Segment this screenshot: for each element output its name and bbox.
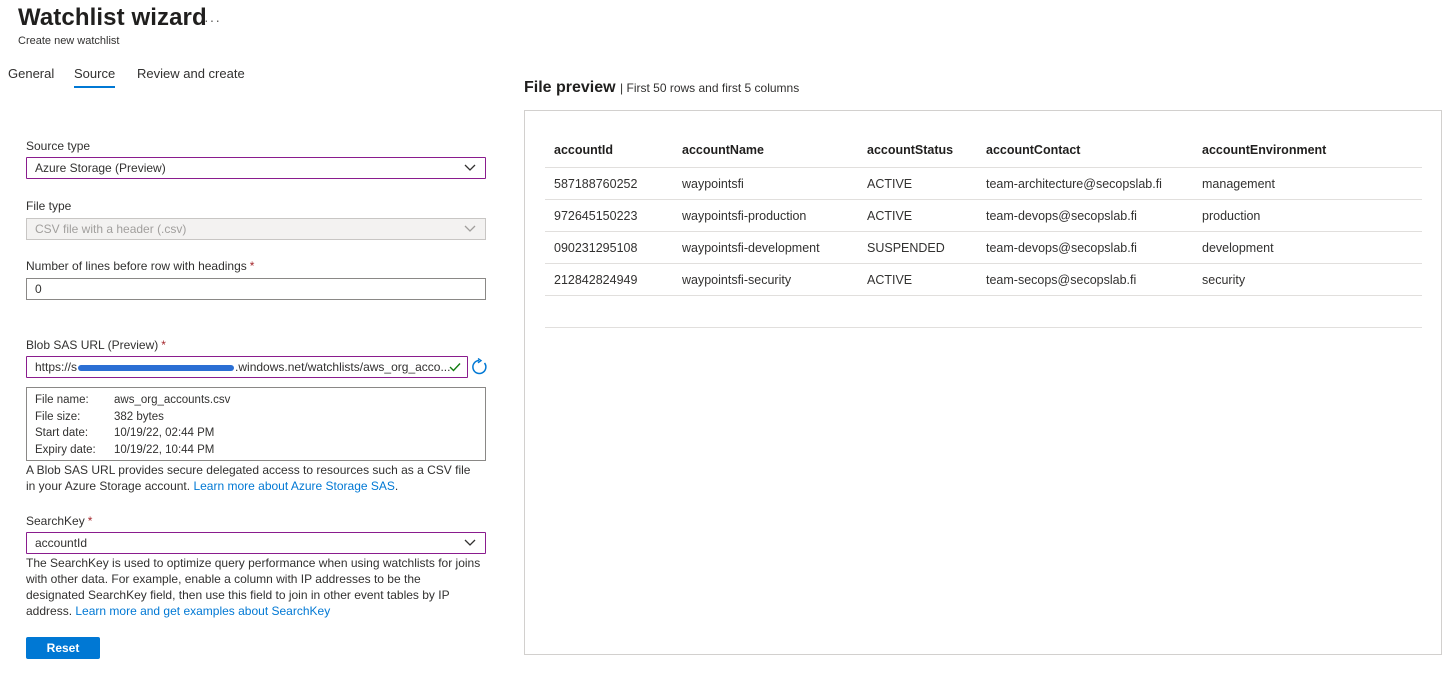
source-type-value: Azure Storage (Preview) (35, 161, 166, 175)
table-cell: team-devops@secopslab.fi (977, 199, 1193, 232)
table-cell: security (1193, 263, 1422, 296)
column-header: accountEnvironment (1193, 133, 1422, 168)
lines-before-headings-text: Number of lines before row with headings (26, 259, 247, 273)
file-info-row: File size: 382 bytes (35, 409, 477, 426)
table-row: 090231295108 waypointsfi-development SUS… (545, 231, 1422, 264)
lines-before-headings-label: Number of lines before row with headings… (26, 259, 254, 273)
file-preview-panel: accountId accountName accountStatus acco… (524, 110, 1442, 655)
file-type-dropdown: CSV file with a header (.csv) (26, 218, 486, 240)
table-cell (977, 295, 1193, 328)
file-preview-subtitle: | First 50 rows and first 5 columns (620, 81, 800, 95)
file-preview-table: accountId accountName accountStatus acco… (545, 133, 1422, 328)
file-info-key: Start date: (35, 427, 89, 439)
file-info-value: 10/19/22, 02:44 PM (114, 427, 215, 439)
file-info-row: Expiry date: 10/19/22, 10:44 PM (35, 442, 477, 459)
tab-general[interactable]: General (8, 66, 54, 81)
blob-sas-url-label: Blob SAS URL (Preview) * (26, 338, 166, 352)
table-cell: development (1193, 231, 1422, 264)
table-cell (545, 295, 673, 328)
file-preview-heading: File preview | First 50 rows and first 5… (524, 79, 799, 97)
table-cell: ACTIVE (858, 199, 977, 232)
table-cell (1193, 295, 1422, 328)
table-cell: SUSPENDED (858, 231, 977, 264)
checkmark-icon (449, 363, 461, 372)
searchkey-dropdown[interactable]: accountId (26, 532, 486, 554)
page-subtitle: Create new watchlist (18, 35, 120, 47)
redacted-text (78, 364, 235, 371)
file-preview-title: File preview (524, 79, 616, 96)
table-cell (673, 295, 858, 328)
table-row: 972645150223 waypointsfi-production ACTI… (545, 199, 1422, 232)
lines-before-headings-input[interactable]: 0 (26, 278, 486, 300)
blob-url-suffix: .windows.net/watchlists/aws_org_acco... (235, 360, 451, 374)
table-cell: 587188760252 (545, 167, 673, 200)
required-mark: * (249, 259, 255, 273)
tab-review-and-create[interactable]: Review and create (137, 66, 245, 81)
table-cell: waypointsfi (673, 167, 858, 200)
table-row: 212842824949 waypointsfi-security ACTIVE… (545, 263, 1422, 296)
chevron-down-icon (464, 539, 476, 546)
required-mark: * (87, 514, 93, 528)
column-header: accountContact (977, 133, 1193, 168)
searchkey-label: SearchKey * (26, 514, 92, 528)
more-icon[interactable]: ··· (204, 12, 221, 28)
required-mark: * (161, 338, 166, 352)
blob-url-prefix: https://s (35, 360, 78, 374)
page-title: Watchlist wizard (18, 4, 207, 31)
table-cell: 090231295108 (545, 231, 673, 264)
refresh-icon[interactable] (470, 358, 488, 376)
table-cell: ACTIVE (858, 263, 977, 296)
file-info-row: File name: aws_org_accounts.csv (35, 392, 477, 409)
file-info-key: File size: (35, 410, 81, 423)
searchkey-text: SearchKey (26, 514, 85, 528)
table-cell: waypointsfi-security (673, 263, 858, 296)
blob-help-end: . (394, 479, 399, 493)
file-info-row: Start date: 10/19/22, 02:44 PM (35, 425, 477, 442)
table-cell: waypointsfi-development (673, 231, 858, 264)
file-info-box: File name: aws_org_accounts.csv File size… (26, 387, 486, 461)
blob-sas-url-input[interactable]: https://s .windows.net/watchlists/aws_org… (26, 356, 468, 378)
chevron-down-icon (464, 164, 476, 171)
file-info-value: 382 bytes (114, 410, 164, 423)
searchkey-learn-more-link[interactable]: Learn more and get examples about Search… (75, 604, 330, 618)
table-cell: production (1193, 199, 1422, 232)
table-row-empty (545, 295, 1422, 328)
table-cell: ACTIVE (858, 167, 977, 200)
file-info-key: Expiry date: (35, 443, 96, 456)
source-type-label: Source type (26, 139, 91, 153)
azure-storage-sas-link[interactable]: Learn more about Azure Storage SAS (193, 479, 394, 493)
column-header: accountStatus (858, 133, 977, 168)
table-cell: team-architecture@secopslab.fi (977, 167, 1193, 200)
blob-sas-url-text: Blob SAS URL (Preview) (26, 338, 159, 352)
table-header-row: accountId accountName accountStatus acco… (545, 133, 1422, 168)
searchkey-help-text: The SearchKey is used to optimize query … (26, 555, 482, 619)
table-cell (858, 295, 977, 328)
file-info-key: File name: (35, 394, 89, 406)
chevron-down-icon (464, 225, 476, 232)
tab-source[interactable]: Source (74, 66, 116, 88)
table-cell: 212842824949 (545, 263, 673, 296)
file-type-value: CSV file with a header (.csv) (35, 222, 187, 236)
table-cell: 972645150223 (545, 199, 673, 232)
searchkey-value: accountId (35, 536, 88, 550)
table-cell: team-devops@secopslab.fi (977, 231, 1193, 264)
table-cell: waypointsfi-production (673, 199, 858, 232)
file-info-value: aws_org_accounts.csv (114, 394, 231, 406)
file-info-value: 10/19/22, 10:44 PM (114, 443, 215, 456)
table-row: 587188760252 waypointsfi ACTIVE team-arc… (545, 167, 1422, 200)
source-type-dropdown[interactable]: Azure Storage (Preview) (26, 157, 486, 179)
reset-button[interactable]: Reset (26, 637, 100, 659)
column-header: accountId (545, 133, 673, 168)
table-cell: team-secops@secopslab.fi (977, 263, 1193, 296)
file-type-label: File type (26, 199, 72, 213)
lines-before-headings-value: 0 (35, 282, 42, 296)
table-cell: management (1193, 167, 1422, 200)
column-header: accountName (673, 133, 858, 168)
blob-sas-help-text: A Blob SAS URL provides secure delegated… (26, 462, 482, 494)
